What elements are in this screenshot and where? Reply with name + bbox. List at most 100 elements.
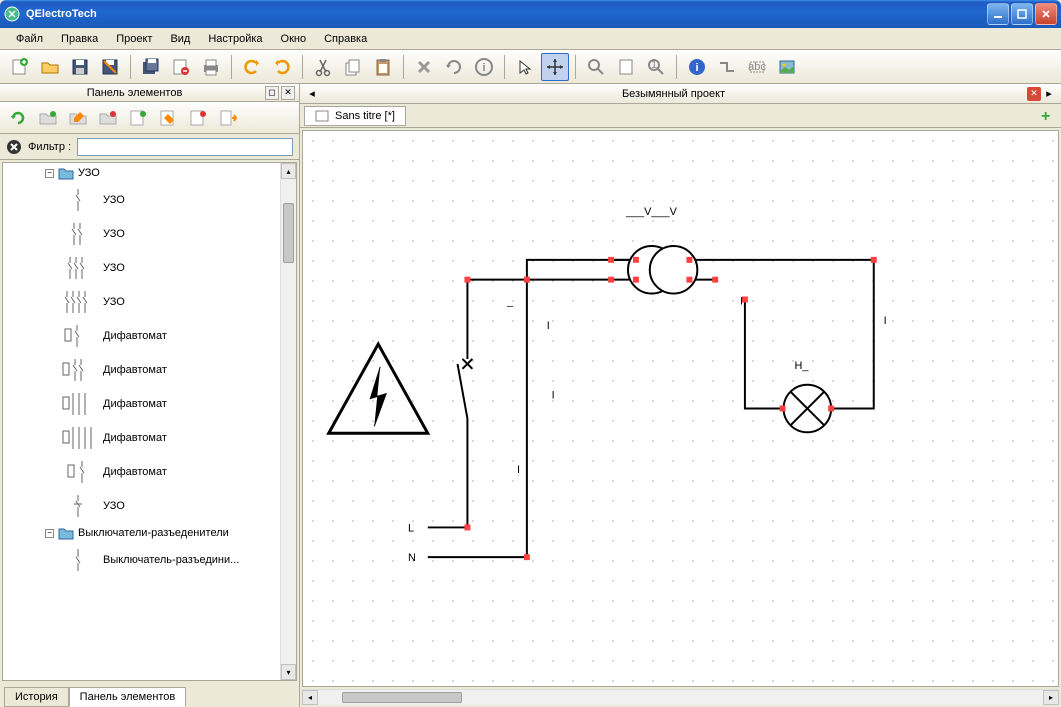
zoom-reset-button[interactable]: 1 [642, 53, 670, 81]
tree-scrollbar[interactable]: ▴ ▾ [280, 163, 296, 680]
move-tool[interactable] [541, 53, 569, 81]
menu-project[interactable]: Проект [108, 30, 160, 48]
new-folder-button[interactable] [34, 104, 62, 132]
scroll-down-button[interactable]: ▾ [281, 664, 296, 680]
undo-button[interactable] [238, 53, 266, 81]
close-project-button[interactable] [167, 53, 195, 81]
add-sheet-button[interactable]: + [1041, 108, 1057, 124]
main-toolbar: i 1 i abc [0, 50, 1061, 84]
folder-icon [58, 166, 74, 180]
element-symbol-icon [61, 458, 95, 486]
select-tool[interactable] [511, 53, 539, 81]
close-document-button[interactable]: ✕ [1027, 87, 1041, 101]
page-button[interactable] [612, 53, 640, 81]
paste-button[interactable] [369, 53, 397, 81]
cut-button[interactable] [309, 53, 337, 81]
collapse-icon[interactable]: − [45, 529, 54, 538]
tree-item[interactable]: УЗО [3, 251, 296, 285]
save-button[interactable] [66, 53, 94, 81]
tree-item[interactable]: Дифавтомат [3, 387, 296, 421]
delete-folder-button[interactable] [94, 104, 122, 132]
svg-text:i: i [482, 62, 485, 74]
menu-edit[interactable]: Правка [53, 30, 106, 48]
window-close-button[interactable] [1035, 3, 1057, 25]
menu-file[interactable]: Файл [8, 30, 51, 48]
edit-folder-button[interactable] [64, 104, 92, 132]
h-scroll-thumb[interactable] [342, 692, 462, 703]
new-project-button[interactable] [6, 53, 34, 81]
prev-doc-button[interactable]: ◂ [304, 86, 320, 102]
next-doc-button[interactable]: ▸ [1041, 86, 1057, 102]
element-symbol-icon [61, 254, 95, 282]
conductor-button[interactable] [713, 53, 741, 81]
tree-item[interactable]: Дифавтомат [3, 421, 296, 455]
text-frame-button[interactable]: abc [743, 53, 771, 81]
copy-button[interactable] [339, 53, 367, 81]
scroll-right-button[interactable]: ▸ [1043, 690, 1059, 705]
panel-close-button[interactable]: ✕ [281, 86, 295, 100]
tree-item[interactable]: УЗО [3, 489, 296, 523]
menu-view[interactable]: Вид [162, 30, 198, 48]
elements-tree[interactable]: ▴ ▾ − УЗО УЗО УЗО УЗО УЗО Дифавтомат Диф… [2, 162, 297, 681]
tree-item[interactable]: Дифавтомат [3, 319, 296, 353]
element-symbol-icon [61, 546, 95, 574]
drawing-canvas[interactable]: L N H_ ___V___V _ I I I I I [302, 130, 1059, 687]
element-symbol-icon [61, 356, 95, 384]
tab-history[interactable]: История [4, 687, 69, 707]
label-I: I [547, 320, 550, 332]
tree-item[interactable]: УЗО [3, 285, 296, 319]
info-button[interactable]: i [470, 53, 498, 81]
delete-element-button[interactable] [184, 104, 212, 132]
tab-elements[interactable]: Панель элементов [69, 687, 187, 707]
element-symbol-icon [61, 322, 95, 350]
help-about-button[interactable]: i [683, 53, 711, 81]
tree-folder-uzo[interactable]: − УЗО [3, 163, 296, 183]
menu-help[interactable]: Справка [316, 30, 375, 48]
edit-element-button[interactable] [154, 104, 182, 132]
menu-settings[interactable]: Настройка [200, 30, 270, 48]
clear-filter-icon[interactable] [6, 139, 22, 155]
print-button[interactable] [197, 53, 225, 81]
image-button[interactable] [773, 53, 801, 81]
redo-button[interactable] [268, 53, 296, 81]
sheet-tabs: Sans titre [*] + [300, 104, 1061, 128]
filter-input[interactable] [77, 138, 293, 156]
element-symbol-icon [61, 220, 95, 248]
reload-button[interactable] [4, 104, 32, 132]
scroll-left-button[interactable]: ◂ [302, 690, 318, 705]
canvas-h-scrollbar[interactable]: ◂ ▸ [302, 689, 1059, 705]
label-L: L [408, 522, 414, 534]
window-maximize-button[interactable] [1011, 3, 1033, 25]
document-area: ◂ Безымянный проект ✕ ▸ Sans titre [*] + [300, 84, 1061, 707]
tree-item[interactable]: Дифавтомат [3, 353, 296, 387]
scroll-thumb[interactable] [283, 203, 294, 263]
label-I: I [740, 295, 743, 307]
window-minimize-button[interactable] [987, 3, 1009, 25]
open-button[interactable] [36, 53, 64, 81]
tree-folder-switches[interactable]: − Выключатели-разъеденители [3, 523, 296, 543]
tree-item[interactable]: УЗО [3, 217, 296, 251]
folder-icon [58, 526, 74, 540]
label-H: H_ [794, 360, 809, 372]
element-symbol-icon [61, 390, 95, 418]
label-V: ___V___V [625, 206, 678, 218]
sheet-icon [315, 110, 329, 122]
panel-detach-button[interactable]: ◻ [265, 86, 279, 100]
sheet-tab[interactable]: Sans titre [*] [304, 106, 406, 126]
delete-button[interactable] [410, 53, 438, 81]
element-symbol-icon [61, 492, 95, 520]
tree-item[interactable]: Выключатель-разъедини... [3, 543, 296, 577]
save-as-button[interactable] [96, 53, 124, 81]
tree-item[interactable]: Дифавтомат [3, 455, 296, 489]
scroll-up-button[interactable]: ▴ [281, 163, 296, 179]
panel-header: Панель элементов ◻ ✕ [0, 84, 299, 102]
tree-item[interactable]: УЗО [3, 183, 296, 217]
folder-label: Выключатели-разъеденители [78, 527, 229, 539]
save-all-button[interactable] [137, 53, 165, 81]
import-button[interactable] [214, 104, 242, 132]
zoom-button[interactable] [582, 53, 610, 81]
collapse-icon[interactable]: − [45, 169, 54, 178]
rotate-button[interactable] [440, 53, 468, 81]
menu-window[interactable]: Окно [273, 30, 315, 48]
new-element-button[interactable] [124, 104, 152, 132]
